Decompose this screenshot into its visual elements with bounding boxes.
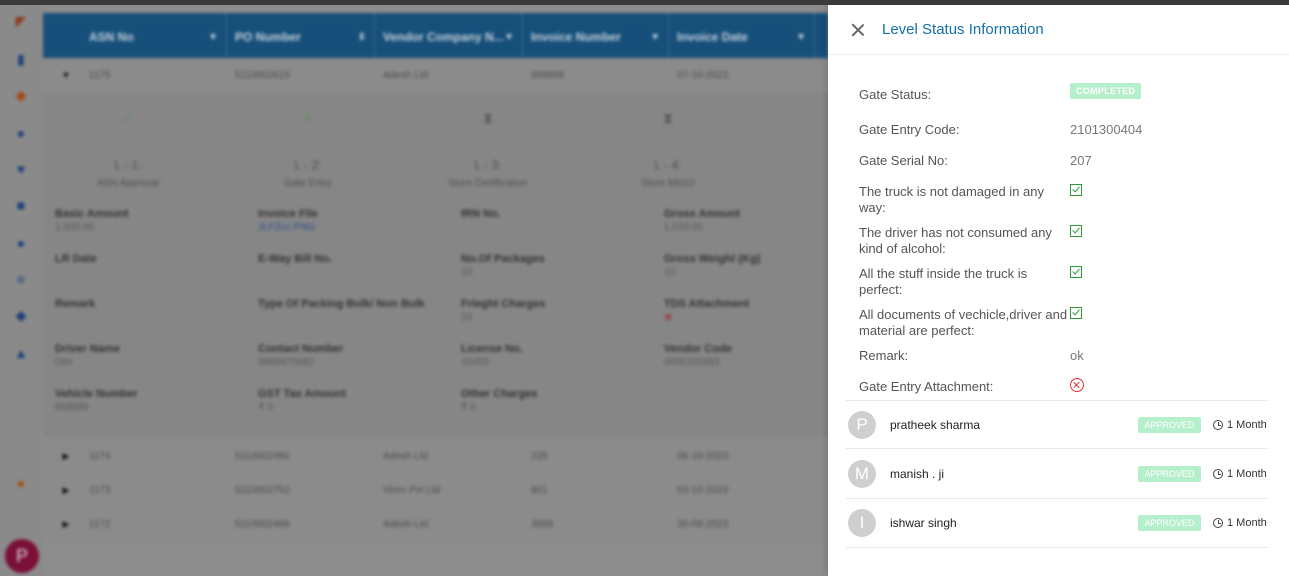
- expand-caret-icon[interactable]: ▶: [43, 451, 89, 462]
- hourglass-icon: ⧗: [663, 110, 673, 126]
- sort-icon[interactable]: ⇕: [358, 32, 366, 43]
- app-logo-icon[interactable]: ◤: [13, 13, 29, 29]
- field-vendor-code: Vendor Code 0000102953: [664, 343, 732, 368]
- filter-icon[interactable]: ▼: [504, 32, 514, 43]
- handshake-icon[interactable]: ◆: [13, 87, 29, 103]
- hourglass-icon: ⧗: [483, 110, 493, 126]
- expand-caret-icon[interactable]: ▶: [43, 519, 89, 530]
- bell-icon[interactable]: ●: [13, 125, 29, 141]
- approver-item: I ishwar singh APPROVED 1 Month: [846, 499, 1268, 548]
- field-vehicle: Vehicle Number 568889: [55, 388, 138, 413]
- status-badge: APPROVED: [1138, 416, 1201, 433]
- clock-icon: [1213, 518, 1223, 528]
- filter-icon[interactable]: ▼: [796, 32, 806, 43]
- level-status-panel: Level Status Information Gate Status: CO…: [828, 5, 1289, 576]
- col-asn-no[interactable]: ASN No ▼: [81, 13, 227, 61]
- checkbox-checked-icon: [1070, 266, 1082, 278]
- col-invoice-date[interactable]: Invoice Date ▼: [669, 13, 815, 61]
- field-packages: No.Of Packages 10: [461, 253, 545, 278]
- document-icon[interactable]: ■: [13, 197, 29, 213]
- user-avatar[interactable]: P: [5, 539, 39, 573]
- error-icon: ⊗: [664, 312, 673, 323]
- col-vendor[interactable]: Vendor Company N... ▼: [375, 13, 523, 61]
- gate-serial-row: Gate Serial No: 207: [859, 153, 1092, 168]
- approver-item: P pratheek sharma APPROVED 1 Month: [846, 400, 1268, 449]
- field-tds: TDS Attachment ⊗: [664, 298, 750, 323]
- row-detail: ✓ L - 1: ASN Approval ✓ L - 2: Gate Entry ⧗ L…: [43, 92, 828, 437]
- field-gross-weight: Gross Weight (Kg) 10: [664, 253, 761, 278]
- field-packing-type: Type Of Packing Bulk/ Non Bulk: [258, 298, 425, 310]
- table-row[interactable]: ▶ 1173 5110002752 Viren Pvt Ltd 801 03-1…: [43, 473, 828, 507]
- avatar: I: [848, 509, 876, 537]
- table-row[interactable]: ▶ 1174 5110002492 Adesh Ltd 235 06-10-20…: [43, 439, 828, 473]
- approver-item: M manish . ji APPROVED 1 Month: [846, 450, 1268, 499]
- home-icon[interactable]: ▲: [13, 345, 29, 361]
- field-license: License No. 15455: [461, 343, 523, 368]
- check-icon: ✓: [122, 110, 134, 126]
- step-l2[interactable]: ✓ L - 2: Gate Entry: [223, 110, 393, 189]
- checkbox-checked-icon: [1070, 307, 1082, 319]
- attachment-row: Gate Entry Attachment:: [859, 378, 1084, 395]
- step-l4[interactable]: ⧗ L - 4: Store MIGO: [583, 110, 753, 189]
- no-attachment-icon[interactable]: [1070, 378, 1084, 392]
- field-eway-bill: E-Way Bill No.: [258, 253, 333, 265]
- field-other-charges: Other Charges ₹ 0: [461, 388, 538, 413]
- expand-caret-icon[interactable]: ▼: [43, 70, 89, 80]
- table-row[interactable]: ▶ 1172 5110002466 Adesh Ltd 3568 26-09-2…: [43, 507, 828, 541]
- expand-caret-icon[interactable]: ▶: [43, 485, 89, 496]
- field-basic-amount: Basic Amount 1,000.00: [55, 208, 129, 233]
- asn-list-background: ◤ ▮ ◆ ● ♥ ■ ● ≡ ◆ ▲ ● P ASN No ▼ PO Numbe…: [0, 5, 828, 576]
- panel-header: Level Status Information: [828, 5, 1289, 55]
- status-badge: APPROVED: [1138, 515, 1201, 531]
- globe-icon[interactable]: ●: [13, 235, 29, 251]
- field-gross-amount: Gross Amount 1,010.00: [664, 208, 740, 233]
- help-icon[interactable]: ●: [13, 475, 29, 491]
- bar-chart-icon[interactable]: ▮: [13, 51, 29, 67]
- check-stuff-row: All the stuff inside the truck is perfec…: [859, 266, 1082, 298]
- field-remark: Remark: [55, 298, 96, 310]
- status-badge: COMPLETED: [1070, 83, 1142, 99]
- remark-row: Remark: ok: [859, 348, 1084, 363]
- checkbox-checked-icon: [1070, 225, 1082, 237]
- col-invoice-number[interactable]: Invoice Number ▼: [523, 13, 669, 61]
- filter-icon[interactable]: ▼: [208, 32, 218, 43]
- grid-header: ASN No ▼ PO Number ⇕ Vendor Company N... ▼ …: [81, 13, 828, 61]
- filter-icon[interactable]: ▼: [650, 32, 660, 43]
- gate-status-row: Gate Status: COMPLETED: [859, 83, 1142, 103]
- check-truck-row: The truck is not damaged in any way:: [859, 184, 1082, 216]
- list-icon[interactable]: ≡: [13, 271, 29, 287]
- heart-icon[interactable]: ♥: [13, 161, 29, 177]
- app-icon-sidebar: ◤ ▮ ◆ ● ♥ ■ ● ≡ ◆ ▲ ●: [0, 5, 43, 576]
- avatar: P: [848, 410, 876, 439]
- check-driver-row: The driver has not consumed any kind of …: [859, 225, 1082, 257]
- step-l1[interactable]: ✓ L - 1: ASN Approval: [43, 110, 213, 189]
- field-irn: IRN No.: [461, 208, 501, 220]
- field-invoice-file[interactable]: Invoice File JLFZcc.PNG: [258, 208, 318, 233]
- checkbox-checked-icon: [1070, 184, 1082, 196]
- field-gst: GST Tax Amount ₹ 0: [258, 388, 346, 413]
- col-po-number[interactable]: PO Number ⇕: [227, 13, 375, 61]
- gate-entry-code-row: Gate Entry Code: 2101300404: [859, 122, 1143, 137]
- asn-grid: ASN No ▼ PO Number ⇕ Vendor Company N... ▼ …: [43, 5, 828, 576]
- tag-icon[interactable]: ◆: [13, 307, 29, 323]
- window-top-bar: [0, 0, 1289, 5]
- clock-icon: [1213, 469, 1223, 479]
- check-docs-row: All documents of vechicle,driver and mat…: [859, 307, 1082, 339]
- step-l3[interactable]: ⧗ L - 3: Store Certification: [403, 110, 573, 189]
- avatar: M: [848, 460, 876, 488]
- close-icon[interactable]: [851, 23, 865, 37]
- clock-icon: [1213, 419, 1223, 430]
- field-driver-name: Driver Name Dlm: [55, 343, 120, 368]
- field-contact: Contact Number 8965875682: [258, 343, 344, 368]
- panel-title: Level Status Information: [882, 21, 1044, 38]
- status-badge: APPROVED: [1138, 466, 1201, 482]
- field-lr-date: LR Date: [55, 253, 97, 265]
- check-icon: ✓: [302, 110, 314, 126]
- field-freight: Frieght Charges 10: [461, 298, 546, 323]
- table-row[interactable]: ▼ 1175 5110002615 Adesh Ltd 696858 07-10…: [43, 58, 828, 92]
